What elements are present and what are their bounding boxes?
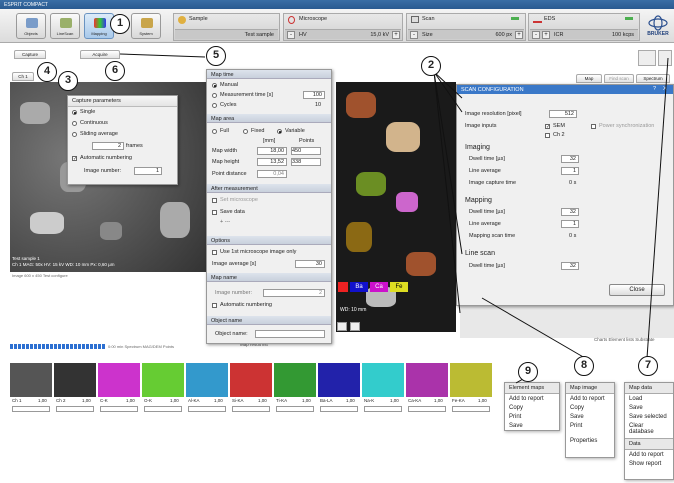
callout-4: 4 (37, 62, 57, 82)
callout-9: 9 (518, 362, 538, 382)
callout-2: 2 (421, 56, 441, 76)
callout-6: 6 (105, 61, 125, 81)
callout-8: 8 (574, 356, 594, 376)
annotation-lines (119, 53, 669, 384)
callout-7: 7 (638, 356, 658, 376)
callout-1: 1 (110, 14, 130, 34)
callout-3: 3 (58, 71, 78, 91)
callout-5: 5 (206, 46, 226, 66)
